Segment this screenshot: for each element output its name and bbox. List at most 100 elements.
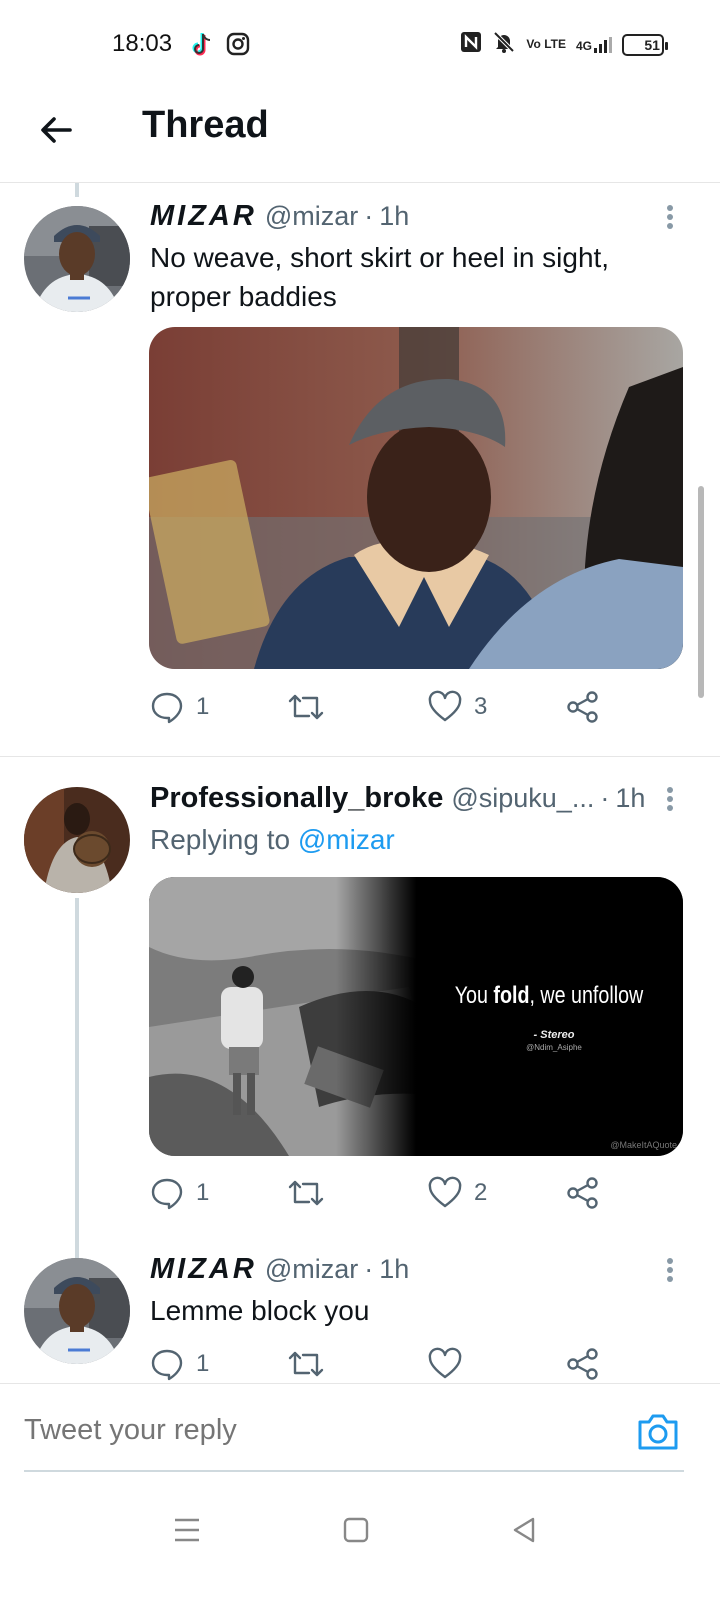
reply-button[interactable]: 1 — [150, 690, 209, 724]
image-quote-start: You — [454, 982, 488, 1009]
thread-header: Thread — [0, 90, 720, 183]
share-button[interactable] — [566, 1176, 600, 1210]
more-options-button[interactable] — [660, 202, 680, 232]
scrollbar[interactable] — [698, 486, 704, 698]
reply-count: 1 — [196, 693, 210, 720]
handle[interactable]: @sipuku_... — [451, 783, 594, 814]
tiktok-icon — [190, 32, 214, 63]
display-name[interactable]: MIZAR — [150, 1253, 257, 1286]
arrow-left-icon — [41, 117, 72, 143]
display-name[interactable]: MIZAR — [150, 200, 257, 233]
lte-label: Vo LTE — [526, 37, 566, 51]
back-button[interactable] — [34, 108, 78, 152]
replying-to: Replying to @mizar — [150, 824, 395, 856]
like-count: 3 — [474, 693, 488, 720]
retweet-button[interactable] — [287, 1347, 325, 1381]
like-button[interactable] — [428, 1347, 474, 1381]
retweet-icon — [288, 1351, 324, 1377]
signal-icon: 4G — [575, 36, 612, 53]
reply-bar — [0, 1383, 720, 1473]
more-options-button[interactable] — [660, 1255, 680, 1285]
replying-to-label: Replying to — [150, 824, 291, 855]
home-button[interactable] — [336, 1510, 376, 1550]
tweet-divider — [0, 756, 720, 757]
handle[interactable]: @mizar — [265, 201, 358, 232]
tweet-actions: 1 3 — [150, 690, 670, 730]
timestamp[interactable]: 1h — [615, 783, 645, 814]
retweet-icon — [288, 694, 324, 720]
mention-link[interactable]: @mizar — [298, 824, 395, 855]
camera-icon — [638, 1414, 678, 1450]
image-quote-bold: fold — [493, 982, 530, 1009]
mute-icon — [492, 30, 516, 59]
retweet-button[interactable] — [287, 1176, 325, 1210]
like-button[interactable]: 2 — [428, 1176, 487, 1210]
separator-dot: · — [364, 201, 374, 231]
tweet-text: Lemme block you — [150, 1295, 370, 1326]
thread-connector-top — [75, 183, 79, 197]
thread-connector — [75, 898, 79, 1258]
heart-icon — [428, 690, 462, 722]
image-quote-end: , we unfollow — [529, 982, 644, 1009]
tweet-actions: 1 — [150, 1347, 670, 1387]
back-nav-button[interactable] — [504, 1510, 544, 1550]
page-title: Thread — [142, 104, 269, 146]
image-credit: - Stereo — [533, 1029, 575, 1041]
instagram-icon — [226, 32, 250, 63]
separator-dot: · — [364, 1254, 374, 1284]
tweet-header: Professionally_broke @sipuku_... · 1h — [150, 782, 645, 815]
tweet-header: MIZAR @mizar · 1h — [150, 200, 409, 233]
reply-input[interactable] — [24, 1414, 584, 1447]
reply-icon — [151, 1178, 183, 1210]
nfc-icon — [460, 31, 482, 58]
timestamp[interactable]: 1h — [379, 1254, 409, 1285]
battery-icon: 51 — [622, 33, 668, 56]
retweet-button[interactable] — [287, 690, 325, 724]
reply-button[interactable]: 1 — [150, 1347, 209, 1381]
avatar[interactable] — [24, 787, 130, 893]
tweet-image[interactable] — [149, 327, 683, 669]
reply-count: 1 — [196, 1350, 210, 1377]
timestamp[interactable]: 1h — [379, 201, 409, 232]
battery-level: 51 — [644, 36, 660, 53]
status-right: Vo LTE 4G 51 — [460, 30, 668, 59]
share-icon — [567, 1348, 598, 1380]
tweet-text: No weave, short skirt or heel in sight, … — [150, 242, 610, 312]
handle[interactable]: @mizar — [265, 1254, 358, 1285]
system-nav-bar — [0, 1480, 720, 1600]
share-button[interactable] — [566, 1347, 600, 1381]
image-watermark: @MakeItAQuote — [610, 1140, 677, 1150]
network-label: 4G — [575, 38, 592, 53]
avatar[interactable] — [24, 206, 130, 312]
avatar[interactable] — [24, 1258, 130, 1364]
tweet-header: MIZAR @mizar · 1h — [150, 1253, 409, 1286]
status-app-icons — [190, 32, 250, 63]
home-square-icon — [343, 1517, 369, 1543]
reply-count: 1 — [196, 1179, 210, 1206]
heart-icon — [428, 1176, 462, 1208]
tweet-actions: 1 2 — [150, 1176, 670, 1216]
like-count: 2 — [474, 1179, 488, 1206]
reply-button[interactable]: 1 — [150, 1176, 209, 1210]
status-time: 18:03 — [112, 30, 173, 57]
image-credit-sub: @Ndim_Asiphe — [526, 1043, 582, 1052]
menu-icon — [175, 1518, 199, 1542]
share-button[interactable] — [566, 690, 600, 724]
display-name[interactable]: Professionally_broke — [150, 782, 443, 815]
more-options-button[interactable] — [660, 784, 680, 814]
reply-icon — [151, 692, 183, 724]
retweet-icon — [288, 1180, 324, 1206]
status-bar: 18:03 Vo LTE 4G 51 — [0, 0, 720, 90]
tweet-image[interactable]: You fold, we unfollow - Stereo @Ndim_Asi… — [149, 877, 683, 1156]
back-triangle-icon — [513, 1517, 535, 1543]
camera-button[interactable] — [636, 1412, 680, 1452]
heart-icon — [428, 1347, 462, 1379]
reply-icon — [151, 1349, 183, 1381]
share-icon — [567, 691, 598, 723]
share-icon — [567, 1177, 598, 1209]
image-quote: You fold, we unfollow — [451, 982, 648, 1010]
menu-button[interactable] — [167, 1510, 207, 1550]
separator-dot: · — [600, 783, 610, 813]
like-button[interactable]: 3 — [428, 690, 487, 724]
reply-underline — [24, 1470, 684, 1472]
